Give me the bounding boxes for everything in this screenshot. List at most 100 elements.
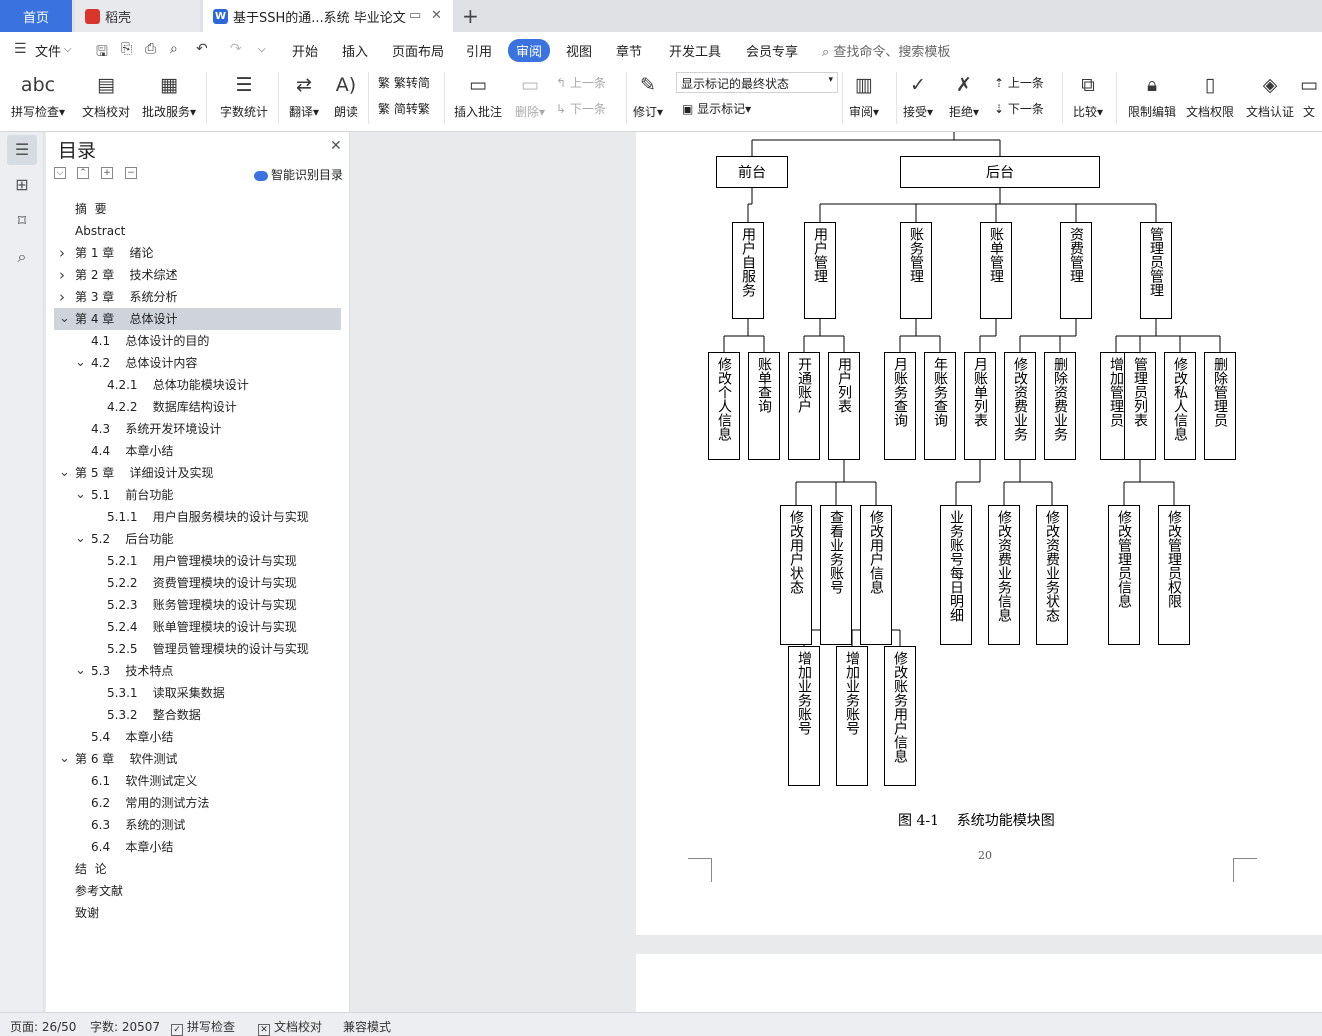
tab-close-icon[interactable]: ✕	[431, 8, 442, 23]
traditional-to-simplified-button[interactable]: 繁 繁转简	[378, 74, 430, 91]
remove-heading-icon[interactable]: −	[125, 167, 137, 179]
menu-start[interactable]: 开始	[292, 41, 318, 60]
bookmark-icon[interactable]: ⌑	[7, 206, 37, 236]
search-icon[interactable]: ⌕	[7, 242, 37, 272]
toc-item[interactable]: 5.3.2 整合数据	[54, 704, 334, 726]
expand-arrow-icon[interactable]: ›	[59, 264, 65, 286]
next-change-button[interactable]: ⇣ 下一条	[994, 100, 1044, 117]
toc-item[interactable]: 4.2 总体设计内容	[54, 352, 334, 374]
collapse-arrow-icon[interactable]: ⌄	[75, 352, 86, 374]
toc-item[interactable]: 5.3.1 读取采集数据	[54, 682, 334, 704]
status-spell-check[interactable]: ✓ 拼写检查	[171, 1018, 235, 1036]
toc-item[interactable]: 5.1 前台功能	[54, 484, 334, 506]
save-icon[interactable]: 🖫	[96, 41, 108, 65]
navigation-pane-icon[interactable]: ⊞	[7, 170, 37, 200]
next-comment-button[interactable]: ↳ 下一条	[556, 100, 606, 117]
print-preview-icon[interactable]: ⌕	[170, 41, 178, 57]
expand-arrow-icon[interactable]: ›	[59, 242, 65, 264]
toc-item[interactable]: 4.1 总体设计的目的	[54, 330, 334, 352]
toc-item[interactable]: 5.4 本章小结	[54, 726, 334, 748]
undo-icon[interactable]: ↶	[196, 41, 208, 57]
tab-pin-icon[interactable]: ▭	[409, 8, 421, 23]
toc-item[interactable]: 5.2.5 管理员管理模块的设计与实现	[54, 638, 334, 660]
toc-item[interactable]: 5.3 技术特点	[54, 660, 334, 682]
show-markup-button[interactable]: ▣ 显示标记▾	[682, 100, 751, 117]
hamburger-menu-icon[interactable]: ☰	[14, 41, 27, 57]
tab-home[interactable]: 首页	[0, 0, 72, 32]
menu-review[interactable]: 审阅	[508, 39, 551, 62]
toc-item[interactable]: 摘 要	[54, 198, 334, 220]
toc-item[interactable]: 4.4 本章小结	[54, 440, 334, 462]
quick-access-dropdown-icon[interactable]: ⌵	[258, 44, 266, 55]
chevron-down-icon[interactable]: ⌵	[64, 44, 72, 55]
toc-item[interactable]: 第 3 章 系统分析	[54, 286, 334, 308]
toc-item[interactable]: 4.3 系统开发环境设计	[54, 418, 334, 440]
collapse-arrow-icon[interactable]: ⌄	[59, 748, 70, 770]
more-ribbon-button[interactable]: ▭ 文	[1296, 70, 1322, 126]
toc-item[interactable]: Abstract	[54, 220, 334, 242]
toc-item[interactable]: 第 4 章 总体设计	[54, 308, 341, 330]
menu-chapter[interactable]: 章节	[616, 41, 642, 60]
collapse-arrow-icon[interactable]: ⌄	[59, 462, 70, 484]
toc-item[interactable]: 5.2.3 账务管理模块的设计与实现	[54, 594, 334, 616]
compare-button[interactable]: ⧉ 比较▾	[1056, 70, 1120, 126]
doc-cert-button[interactable]: ◈ 文档认证	[1238, 70, 1302, 126]
toc-item[interactable]: 6.4 本章小结	[54, 836, 334, 858]
toc-item[interactable]: 结 论	[54, 858, 334, 880]
toc-item[interactable]: 5.2.2 资费管理模块的设计与实现	[54, 572, 334, 594]
word-count-indicator[interactable]: 字数: 20507	[90, 1018, 160, 1035]
revise-service-button[interactable]: ▦ 批改服务▾	[137, 70, 201, 126]
toc-item[interactable]: 6.2 常用的测试方法	[54, 792, 334, 814]
expand-up-icon[interactable]: ⌃	[77, 167, 89, 179]
doc-proof-button[interactable]: ▤ 文档校对	[74, 70, 138, 126]
simplified-to-traditional-button[interactable]: 繁 简转繁	[378, 100, 430, 117]
toc-item[interactable]: 5.2.1 用户管理模块的设计与实现	[54, 550, 334, 572]
page-indicator[interactable]: 页面: 26/50	[10, 1018, 76, 1035]
toc-item[interactable]: 5.2.4 账单管理模块的设计与实现	[54, 616, 334, 638]
doc-permission-button[interactable]: ▯ 文档权限	[1178, 70, 1242, 126]
file-menu[interactable]: 文件	[35, 41, 61, 60]
new-tab-plus-icon[interactable]: +	[462, 4, 479, 28]
restrict-edit-button[interactable]: 🔒︎ 限制编辑	[1120, 70, 1184, 126]
track-changes-button[interactable]: ✎ 修订▾	[616, 70, 680, 126]
toc-item[interactable]: 致谢	[54, 902, 334, 924]
toc-item[interactable]: 参考文献	[54, 880, 334, 902]
toc-item[interactable]: 第 5 章 详细设计及实现	[54, 462, 334, 484]
collapse-arrow-icon[interactable]: ⌄	[59, 308, 70, 330]
tab-document[interactable]: W 基于SSH的通...系统 毕业论文 ▭ ✕	[203, 0, 453, 32]
toc-item[interactable]: 6.1 软件测试定义	[54, 770, 334, 792]
collapse-arrow-icon[interactable]: ⌄	[75, 528, 86, 550]
markup-state-select[interactable]: 显示标记的最终状态 ▾	[676, 72, 838, 93]
toc-item[interactable]: 4.2.2 数据库结构设计	[54, 396, 334, 418]
expand-arrow-icon[interactable]: ›	[59, 286, 65, 308]
toc-item[interactable]: 4.2.1 总体功能模块设计	[54, 374, 334, 396]
collapse-arrow-icon[interactable]: ⌄	[75, 484, 86, 506]
prev-comment-button[interactable]: ↰ 上一条	[556, 74, 606, 91]
menu-member[interactable]: 会员专享	[746, 41, 798, 60]
menu-references[interactable]: 引用	[466, 41, 492, 60]
next-document-page[interactable]	[636, 954, 1322, 1014]
menu-insert[interactable]: 插入	[342, 41, 368, 60]
print-icon[interactable]: ⎙	[145, 41, 156, 57]
delete-comment-button[interactable]: ▭ 删除▾	[498, 70, 562, 126]
spell-check-button[interactable]: abc 拼写检查▾	[6, 70, 70, 126]
word-count-button[interactable]: ☰ 字数统计	[212, 70, 276, 126]
prev-change-button[interactable]: ⇡ 上一条	[994, 74, 1044, 91]
toc-panel-icon[interactable]: ☰	[7, 135, 37, 165]
export-pdf-icon[interactable]: ⎘	[121, 41, 132, 57]
collapse-arrow-icon[interactable]: ⌄	[75, 660, 86, 682]
redo-icon[interactable]: ↷	[230, 41, 242, 57]
toc-item[interactable]: 第 1 章 绪论	[54, 242, 334, 264]
menu-view[interactable]: 视图	[566, 41, 592, 60]
menu-page-layout[interactable]: 页面布局	[392, 41, 444, 60]
document-page[interactable]: 前台 后台 用户自服务 用户管理 账务管理 账单管理 资费管理 管理员管理 修改个人信息 账单查询…	[636, 132, 1322, 935]
toc-item[interactable]: 6.3 系统的测试	[54, 814, 334, 836]
add-heading-icon[interactable]: +	[101, 167, 113, 179]
collapse-all-icon[interactable]: ⌵	[54, 167, 66, 179]
toc-item[interactable]: 第 2 章 技术综述	[54, 264, 334, 286]
command-search[interactable]: ⌕ 查找命令、搜索模板	[822, 41, 950, 60]
menu-developer[interactable]: 开发工具	[669, 41, 721, 60]
toc-item[interactable]: 第 6 章 软件测试	[54, 748, 334, 770]
toc-item[interactable]: 5.2 后台功能	[54, 528, 334, 550]
toc-item[interactable]: 5.1.1 用户自服务模块的设计与实现	[54, 506, 334, 528]
